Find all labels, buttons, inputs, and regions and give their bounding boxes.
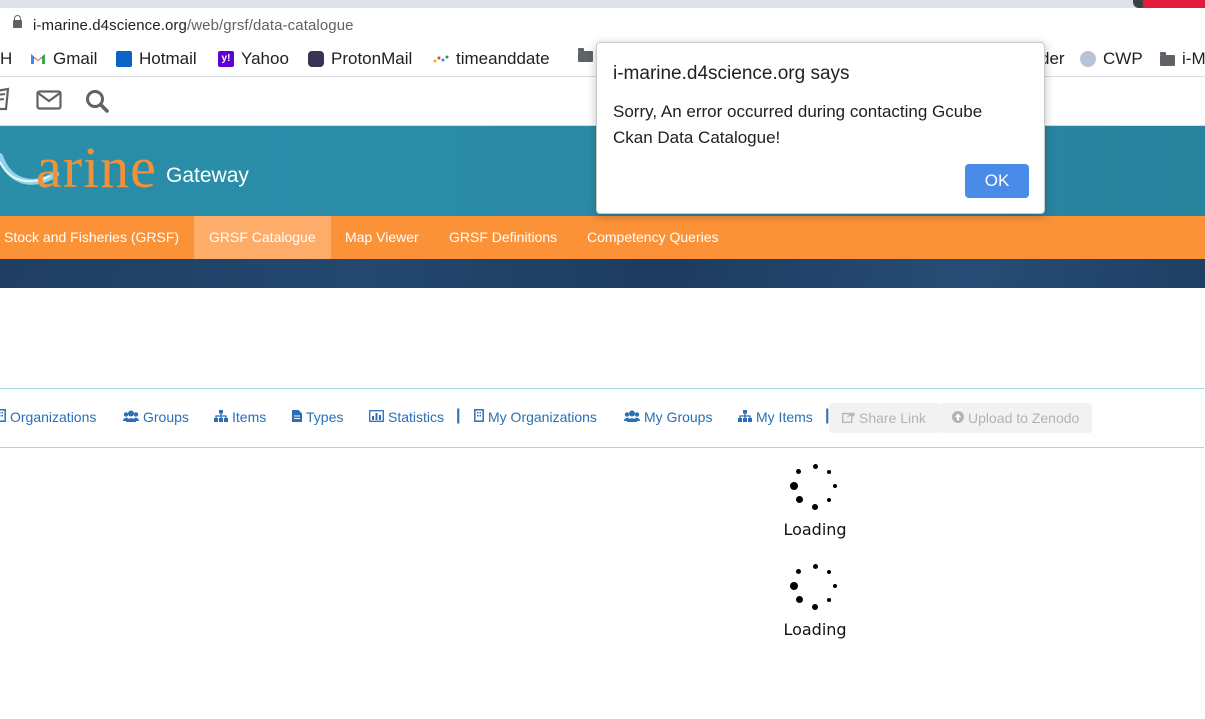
bookmark-label: ProtonMail [331, 49, 413, 68]
loading-label: Loading [783, 620, 847, 639]
my-organizations-link[interactable]: My Organizations [474, 409, 597, 425]
upload-zenodo-button[interactable]: Upload to Zenodo [939, 403, 1093, 433]
my-groups-link[interactable]: My Groups [624, 409, 712, 425]
users-icon [123, 410, 139, 425]
yahoo-icon: y! [218, 51, 234, 67]
items-link[interactable]: Items [214, 409, 266, 425]
catalogue-toolbar: Organizations Groups Items Types Statist… [0, 388, 1204, 448]
share-link-button[interactable]: Share Link [829, 403, 939, 433]
statistics-link[interactable]: Statistics [369, 409, 444, 425]
bookmark-label: Gmail [53, 49, 98, 68]
dialog-title: i-marine.d4science.org says [613, 63, 850, 84]
spinner-icon [790, 464, 840, 514]
bookmark-timeanddate[interactable]: timeanddate [433, 49, 550, 69]
nav-item-grsf-catalogue[interactable]: GRSF Catalogue [194, 216, 331, 259]
types-label: Types [306, 409, 344, 425]
upload-zenodo-label: Upload to Zenodo [968, 410, 1080, 426]
folder-icon [578, 48, 593, 62]
my-items-link[interactable]: My Items [738, 409, 813, 425]
sitemap-icon [738, 409, 752, 425]
bookmark-label: timeanddate [456, 49, 550, 68]
statistics-label: Statistics [388, 409, 445, 425]
address-bar[interactable]: i-marine.d4science.org/web/grsf/data-cat… [0, 8, 1205, 44]
toolbar-separator: | [456, 407, 461, 424]
url-host: i-marine.d4science.org [33, 17, 187, 34]
ok-button[interactable]: OK [965, 164, 1029, 198]
share-icon [842, 411, 855, 426]
types-link[interactable]: Types [292, 409, 343, 425]
browser-tab-strip [0, 0, 1205, 8]
url-path: /web/grsf/data-catalogue [186, 17, 354, 34]
lock-icon[interactable] [13, 15, 22, 28]
bookmark-label: CWP [1103, 49, 1143, 68]
mail-icon[interactable] [36, 90, 62, 115]
browser-tab-accent[interactable] [1143, 0, 1205, 8]
globe-icon [1080, 51, 1096, 67]
loading-label: Loading [783, 520, 847, 539]
search-icon[interactable] [85, 89, 109, 118]
loading-indicator: Loading [775, 564, 855, 639]
bookmark-hotmail[interactable]: Hotmail [116, 49, 197, 69]
outlook-icon [116, 51, 132, 67]
logo-subtitle[interactable]: Gateway [166, 164, 249, 188]
bookmark-label: H [0, 49, 13, 68]
main-nav: Stock and Fisheries (GRSF) GRSF Catalogu… [0, 216, 1205, 259]
bookmark-label: i-M [1182, 49, 1205, 68]
gmail-icon [30, 51, 46, 67]
my-organizations-label: My Organizations [488, 409, 597, 425]
bookmark-yahoo[interactable]: y! Yahoo [218, 49, 289, 69]
items-label: Items [232, 409, 267, 425]
bookmark-protonmail[interactable]: ProtonMail [308, 49, 412, 69]
tab-edge [1133, 0, 1143, 8]
nav-item-grsf-definitions[interactable]: GRSF Definitions [434, 216, 572, 259]
timeanddate-icon [433, 51, 449, 67]
groups-label: Groups [143, 409, 189, 425]
bar-chart-icon [369, 409, 384, 425]
nav-item-grsf[interactable]: Stock and Fisheries (GRSF) [0, 216, 194, 259]
nav-item-map-viewer[interactable]: Map Viewer [330, 216, 434, 259]
organizations-label: Organizations [10, 409, 97, 425]
bookmark-cwp[interactable]: CWP [1080, 49, 1143, 69]
users-icon [624, 410, 640, 425]
dialog-message: Sorry, An error occurred during contacti… [613, 102, 983, 147]
bookmark-imarine[interactable]: i-M [1160, 49, 1205, 69]
banner-band [0, 259, 1205, 288]
building-icon [474, 409, 484, 425]
alert-dialog: i-marine.d4science.org says Sorry, An er… [596, 42, 1045, 214]
share-link-label: Share Link [859, 410, 926, 426]
bookmark-gmail[interactable]: Gmail [30, 49, 97, 69]
spinner-icon [790, 564, 840, 614]
bookmark-h[interactable]: H [0, 49, 12, 69]
building-icon [0, 409, 6, 425]
loading-indicator: Loading [775, 464, 855, 539]
bookmark-label: Yahoo [241, 49, 289, 68]
my-items-label: My Items [756, 409, 813, 425]
logo-text[interactable]: arine [36, 134, 157, 201]
folder-icon [1160, 51, 1175, 66]
notebook-icon[interactable] [0, 87, 10, 116]
nav-item-competency-queries[interactable]: Competency Queries [572, 216, 734, 259]
file-icon [292, 409, 302, 425]
my-groups-label: My Groups [644, 409, 713, 425]
protonmail-icon [308, 51, 324, 67]
url-text[interactable]: i-marine.d4science.org/web/grsf/data-cat… [33, 17, 354, 34]
organizations-link[interactable]: Organizations [0, 409, 96, 425]
sitemap-icon [214, 409, 228, 425]
bookmark-label: Hotmail [139, 49, 197, 68]
upload-circle-icon [952, 410, 964, 426]
groups-link[interactable]: Groups [123, 409, 189, 425]
